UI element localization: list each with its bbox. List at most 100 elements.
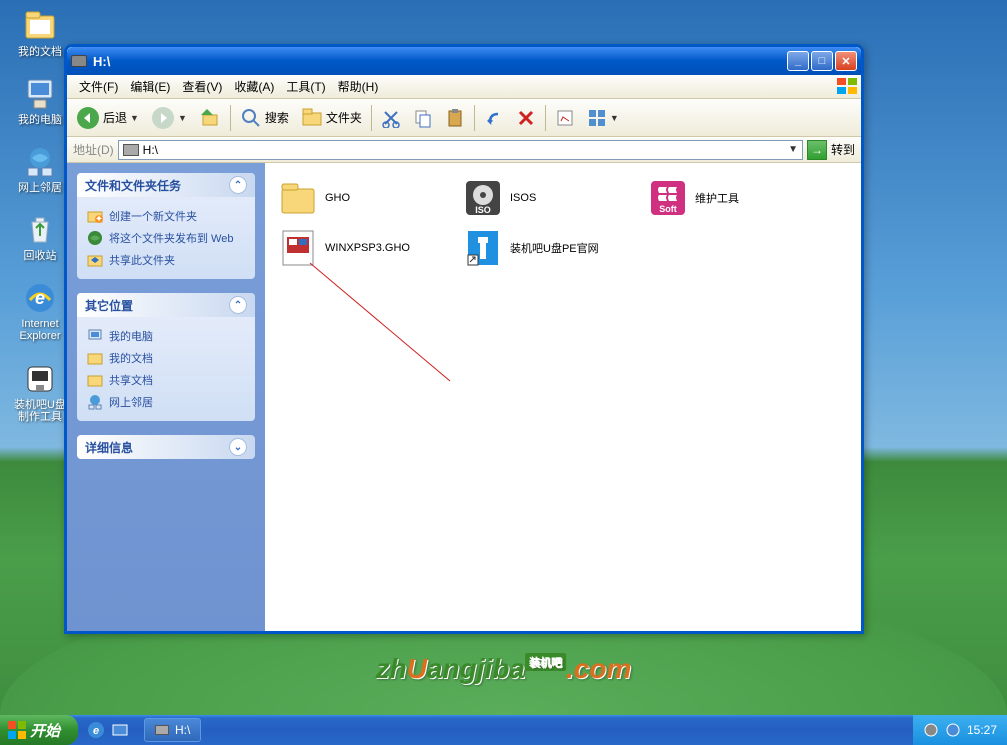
quicklaunch-desktop[interactable] bbox=[110, 720, 130, 740]
go-button[interactable]: → bbox=[807, 140, 827, 160]
desktop-icon-label: Internet Explorer bbox=[10, 318, 70, 342]
windows-flag-icon bbox=[8, 721, 26, 739]
place-mycomputer[interactable]: 我的电脑 bbox=[87, 325, 245, 347]
panel-title: 详细信息 bbox=[85, 439, 133, 456]
svg-text:e: e bbox=[93, 725, 99, 737]
place-shared[interactable]: 共享文档 bbox=[87, 369, 245, 391]
quicklaunch-ie[interactable]: e bbox=[86, 720, 106, 740]
file-name: GHO bbox=[325, 192, 350, 204]
tray-icon[interactable] bbox=[945, 722, 961, 738]
menu-file[interactable]: 文件(F) bbox=[73, 76, 124, 97]
panel-places: 其它位置 ⌃ 我的电脑 我的文档 共享文档 网上邻居 bbox=[77, 293, 255, 421]
windows-flag-icon bbox=[837, 78, 857, 94]
toolbar: 后退 ▼ ▼ 搜索 文件夹 ▼ bbox=[67, 99, 861, 137]
file-isos[interactable]: ISO ISOS bbox=[460, 173, 645, 223]
task-publish[interactable]: 将这个文件夹发布到 Web bbox=[87, 227, 245, 249]
desktop-icon-label: 我的文档 bbox=[18, 46, 62, 58]
desktop-icon-recycle[interactable]: 回收站 bbox=[10, 212, 70, 262]
panel-details: 详细信息 ⌄ bbox=[77, 435, 255, 459]
menubar: 文件(F) 编辑(E) 查看(V) 收藏(A) 工具(T) 帮助(H) bbox=[67, 75, 861, 99]
file-name: WINXPSP3.GHO bbox=[325, 242, 410, 254]
up-button[interactable] bbox=[194, 104, 226, 132]
place-network[interactable]: 网上邻居 bbox=[87, 391, 245, 413]
addressbar: 地址(D) H:\ ▼ → 转到 bbox=[67, 137, 861, 163]
address-label: 地址(D) bbox=[73, 141, 114, 158]
drive-icon bbox=[155, 725, 169, 735]
tray-icon[interactable] bbox=[923, 722, 939, 738]
desktop-icon-label: 回收站 bbox=[24, 250, 57, 262]
chevron-down-icon: ⌄ bbox=[229, 438, 247, 456]
address-field[interactable]: H:\ ▼ bbox=[118, 140, 803, 160]
file-soft[interactable]: Soft 维护工具 bbox=[645, 173, 830, 223]
place-mydocs[interactable]: 我的文档 bbox=[87, 347, 245, 369]
desktop-icon-label: 网上邻居 bbox=[18, 182, 62, 194]
explorer-window: H:\ _ □ ✕ 文件(F) 编辑(E) 查看(V) 收藏(A) 工具(T) … bbox=[64, 44, 864, 634]
menu-tools[interactable]: 工具(T) bbox=[280, 76, 331, 97]
folders-label: 文件夹 bbox=[326, 109, 362, 126]
desktop-icon-network[interactable]: 网上邻居 bbox=[10, 144, 70, 194]
chevron-up-icon: ⌃ bbox=[229, 176, 247, 194]
file-name: 维护工具 bbox=[695, 190, 739, 206]
desktop-icon-ie[interactable]: e Internet Explorer bbox=[10, 280, 70, 342]
desktop-icon-label: 我的电脑 bbox=[18, 114, 62, 126]
systray[interactable]: 15:27 bbox=[913, 715, 1007, 745]
file-name: 装机吧U盘PE官网 bbox=[510, 240, 599, 256]
panel-header-tasks[interactable]: 文件和文件夹任务 ⌃ bbox=[77, 173, 255, 197]
close-button[interactable]: ✕ bbox=[835, 51, 857, 71]
task-newfolder[interactable]: ✦创建一个新文件夹 bbox=[87, 205, 245, 227]
svg-text:✦: ✦ bbox=[95, 214, 103, 224]
desktop-icons-area: 我的文档 我的电脑 网上邻居 回收站 e Internet Explorer 装… bbox=[10, 8, 70, 441]
cut-button[interactable] bbox=[376, 105, 406, 131]
search-button[interactable]: 搜索 bbox=[235, 104, 294, 132]
address-value: H:\ bbox=[143, 143, 158, 157]
taskbar-task[interactable]: H:\ bbox=[144, 718, 201, 742]
minimize-button[interactable]: _ bbox=[787, 51, 809, 71]
clock[interactable]: 15:27 bbox=[967, 723, 997, 737]
panel-tasks: 文件和文件夹任务 ⌃ ✦创建一个新文件夹 将这个文件夹发布到 Web 共享此文件… bbox=[77, 173, 255, 279]
task-label: H:\ bbox=[175, 723, 190, 737]
back-label: 后退 bbox=[103, 109, 127, 126]
panel-header-places[interactable]: 其它位置 ⌃ bbox=[77, 293, 255, 317]
titlebar[interactable]: H:\ _ □ ✕ bbox=[67, 47, 861, 75]
quicklaunch: e bbox=[78, 720, 138, 740]
drive-icon bbox=[123, 144, 139, 156]
copy-button[interactable] bbox=[408, 105, 438, 131]
undo-button[interactable] bbox=[479, 105, 509, 131]
task-share[interactable]: 共享此文件夹 bbox=[87, 249, 245, 271]
svg-text:ISO: ISO bbox=[475, 205, 491, 215]
menu-help[interactable]: 帮助(H) bbox=[332, 76, 385, 97]
desktop-icon-tool[interactable]: 装机吧U盘 制作工具 bbox=[10, 361, 70, 423]
file-gho-folder[interactable]: GHO bbox=[275, 173, 460, 223]
folders-button[interactable]: 文件夹 bbox=[296, 104, 367, 132]
go-label[interactable]: 转到 bbox=[831, 141, 855, 158]
maximize-button[interactable]: □ bbox=[811, 51, 833, 71]
drive-icon bbox=[71, 55, 87, 67]
start-button[interactable]: 开始 bbox=[0, 715, 78, 745]
menu-edit[interactable]: 编辑(E) bbox=[124, 76, 176, 97]
svg-text:Soft: Soft bbox=[659, 204, 677, 214]
menu-favorites[interactable]: 收藏(A) bbox=[228, 76, 280, 97]
desktop-icon-label: 装机吧U盘 制作工具 bbox=[10, 399, 70, 423]
panel-title: 其它位置 bbox=[85, 297, 133, 314]
file-pane[interactable]: GHO ISO ISOS Soft 维护工具 WINXPSP3.GHO 装机吧U… bbox=[265, 163, 861, 631]
views-button[interactable]: ▼ bbox=[582, 105, 624, 131]
back-button[interactable]: 后退 ▼ bbox=[71, 103, 144, 133]
svg-text:e: e bbox=[35, 288, 45, 308]
menu-view[interactable]: 查看(V) bbox=[176, 76, 228, 97]
panel-header-details[interactable]: 详细信息 ⌄ bbox=[77, 435, 255, 459]
search-label: 搜索 bbox=[265, 109, 289, 126]
file-shortcut[interactable]: 装机吧U盘PE官网 bbox=[460, 223, 645, 273]
desktop-icon-mydocs[interactable]: 我的文档 bbox=[10, 8, 70, 58]
file-winxpsp3[interactable]: WINXPSP3.GHO bbox=[275, 223, 460, 273]
sidebar: 文件和文件夹任务 ⌃ ✦创建一个新文件夹 将这个文件夹发布到 Web 共享此文件… bbox=[67, 163, 265, 631]
paste-button[interactable] bbox=[440, 105, 470, 131]
window-title: H:\ bbox=[93, 54, 787, 69]
chevron-up-icon: ⌃ bbox=[229, 296, 247, 314]
delete-button[interactable] bbox=[511, 105, 541, 131]
properties-button[interactable] bbox=[550, 105, 580, 131]
file-name: ISOS bbox=[510, 192, 536, 204]
panel-title: 文件和文件夹任务 bbox=[85, 177, 181, 194]
start-label: 开始 bbox=[30, 720, 60, 741]
desktop-icon-mycomputer[interactable]: 我的电脑 bbox=[10, 76, 70, 126]
forward-button[interactable]: ▼ bbox=[146, 103, 192, 133]
